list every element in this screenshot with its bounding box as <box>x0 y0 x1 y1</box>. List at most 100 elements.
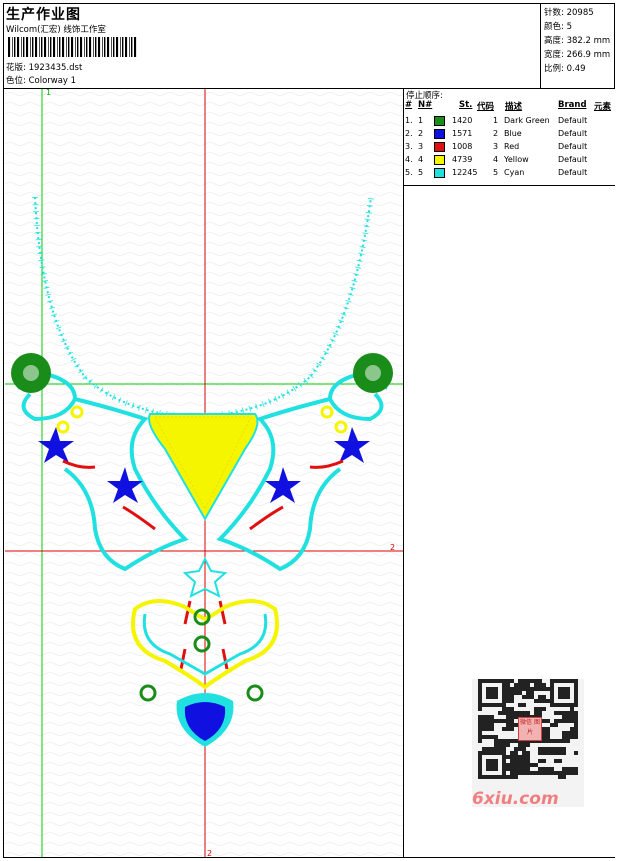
qr-module <box>490 691 494 695</box>
qr-module <box>542 719 546 723</box>
qr-module <box>506 719 510 723</box>
qr-module <box>478 763 482 767</box>
qr-module <box>478 683 482 687</box>
col-header-code: 代码 <box>477 102 495 112</box>
qr-module <box>482 747 486 751</box>
table-row: 3. 3 1008 3 Red Default <box>404 140 615 153</box>
qr-module <box>518 763 522 767</box>
barcode-bar <box>39 37 40 57</box>
qr-module <box>558 679 562 683</box>
color-swatch <box>434 116 445 126</box>
qr-module <box>502 727 506 731</box>
qr-module <box>502 767 506 771</box>
qr-module <box>558 703 562 707</box>
qr-module <box>494 775 498 779</box>
row-needle: 5 <box>418 168 424 177</box>
qr-module <box>574 691 578 695</box>
qr-module <box>538 687 542 691</box>
qr-module <box>502 691 506 695</box>
qr-module <box>562 771 566 775</box>
page-title: 生产作业图 <box>6 7 81 23</box>
row-description: Cyan <box>504 168 525 177</box>
qr-module <box>558 691 562 695</box>
qr-module <box>562 715 566 719</box>
row-index: 4. <box>405 155 413 164</box>
qr-module <box>558 695 562 699</box>
qr-module <box>506 775 510 779</box>
qr-module <box>478 751 482 755</box>
qr-module <box>478 691 482 695</box>
qr-module <box>514 771 518 775</box>
qr-module <box>498 751 502 755</box>
qr-module <box>486 751 490 755</box>
qr-module <box>526 683 530 687</box>
qr-module <box>546 751 550 755</box>
right-green-flower-center <box>365 365 381 381</box>
table-row: 2. 2 1571 2 Blue Default <box>404 127 615 140</box>
barcode-bar <box>86 37 88 57</box>
qr-module <box>518 755 522 759</box>
col-header-needle: N# <box>418 100 433 110</box>
row-stitches: 1008 <box>452 142 473 151</box>
qr-module <box>530 691 534 695</box>
qr-module <box>574 711 578 715</box>
qr-module <box>506 739 510 743</box>
qr-module <box>506 691 510 695</box>
qr-module <box>538 699 542 703</box>
qr-module <box>546 727 550 731</box>
qr-module <box>526 743 530 747</box>
qr-module <box>518 683 522 687</box>
qr-module <box>510 679 514 683</box>
qr-module <box>562 767 566 771</box>
barcode-bar <box>95 37 97 57</box>
qr-module <box>498 703 502 707</box>
qr-module <box>478 755 482 759</box>
qr-module <box>478 679 482 683</box>
qr-module <box>518 691 522 695</box>
qr-module <box>534 711 538 715</box>
qr-module <box>534 687 538 691</box>
marker-top: 1 <box>46 89 51 97</box>
barcode-bar <box>75 37 76 57</box>
qr-module <box>482 735 486 739</box>
table-row: 1. 1 1420 1 Dark Green Default <box>404 114 615 127</box>
row-needle: 2 <box>418 129 424 138</box>
qr-module <box>494 763 498 767</box>
qr-module <box>558 739 562 743</box>
barcode-bar <box>129 37 130 57</box>
qr-module <box>526 771 530 775</box>
qr-module <box>550 739 554 743</box>
qr-module <box>486 727 490 731</box>
qr-module <box>574 751 578 755</box>
row-description: Red <box>504 142 520 151</box>
table-row: 4. 4 4739 4 Yellow Default <box>404 153 615 166</box>
qr-module <box>510 687 514 691</box>
qr-module <box>486 767 490 771</box>
qr-module <box>562 775 566 779</box>
design-canvas: 1 2 2 <box>5 89 404 857</box>
qr-module <box>546 735 550 739</box>
qr-module <box>534 771 538 775</box>
qr-module <box>482 679 486 683</box>
qr-module <box>514 711 518 715</box>
qr-module <box>542 739 546 743</box>
table-row: 5. 5 12245 5 Cyan Default <box>404 166 615 179</box>
design-file-label: 花版: 1923435.dst <box>6 63 83 73</box>
qr-module <box>506 683 510 687</box>
barcode-bar <box>77 37 79 57</box>
row-description: Dark Green <box>504 116 550 125</box>
row-index: 1. <box>405 116 413 125</box>
qr-module <box>514 755 518 759</box>
qr-module <box>534 699 538 703</box>
qr-module <box>550 751 554 755</box>
qr-module <box>570 707 574 711</box>
watermark-text: 6xiu.com <box>472 789 559 809</box>
color-swatch <box>434 168 445 178</box>
qr-module <box>506 707 510 711</box>
qr-module <box>530 687 534 691</box>
qr-module <box>498 719 502 723</box>
qr-module <box>566 719 570 723</box>
left-green-flower-center <box>23 365 39 381</box>
qr-code: 微信 图片 <box>472 679 584 807</box>
col-header-brand: Brand <box>558 100 587 110</box>
